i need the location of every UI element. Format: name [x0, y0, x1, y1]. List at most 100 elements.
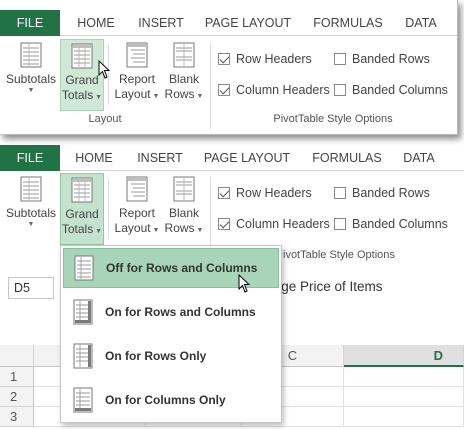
banded-rows-checkbox[interactable]: Banded Rows: [334, 186, 430, 200]
tab-page-layout[interactable]: PAGE LAYOUT: [197, 145, 297, 171]
menu-item-label: On for Rows and Columns: [105, 305, 256, 319]
tab-file[interactable]: FILE: [0, 10, 60, 36]
menu-item-on-rows-only[interactable]: On for Rows Only: [63, 336, 279, 376]
banded-rows-label: Banded Rows: [352, 52, 430, 66]
grand-totals-label-1: Grand: [65, 207, 99, 221]
checkbox-icon: [334, 218, 346, 230]
tab-data[interactable]: DATA: [398, 10, 444, 36]
tab-insert[interactable]: INSERT: [130, 10, 192, 36]
banded-rows-checkbox[interactable]: Banded Rows: [334, 52, 430, 66]
menu-item-on-rows-columns[interactable]: On for Rows and Columns: [63, 292, 279, 332]
cell[interactable]: [344, 387, 464, 407]
grand-totals-columns-icon: [73, 387, 93, 413]
tab-data[interactable]: DATA: [396, 145, 442, 171]
banded-rows-label: Banded Rows: [352, 186, 430, 200]
banded-columns-label: Banded Columns: [352, 217, 448, 231]
column-headers-checkbox[interactable]: Column Headers: [218, 217, 330, 231]
grand-totals-off-icon: [74, 255, 94, 281]
ribbon-panel-bottom: FILE HOME INSERT PAGE LAYOUT FORMULAS DA…: [0, 145, 464, 429]
row-headers-checkbox[interactable]: Row Headers: [218, 52, 312, 66]
banded-columns-label: Banded Columns: [352, 83, 448, 97]
blank-rows-label-1: Blank: [168, 72, 200, 86]
checkbox-icon: [334, 53, 346, 65]
checkbox-icon: [334, 187, 346, 199]
menu-item-on-columns-only[interactable]: On for Columns Only: [63, 380, 279, 420]
report-layout-label-2: Layout: [114, 87, 151, 101]
chevron-down-icon: ▼: [27, 221, 35, 228]
ribbon-tab-bar: FILE HOME INSERT PAGE LAYOUT FORMULAS DA…: [0, 10, 457, 36]
blank-rows-label-1: Blank: [168, 206, 200, 220]
tab-file[interactable]: FILE: [0, 145, 60, 171]
tab-formulas[interactable]: FORMULAS: [305, 145, 389, 171]
banded-columns-checkbox[interactable]: Banded Columns: [334, 217, 448, 231]
ribbon-panel-top: FILE HOME INSERT PAGE LAYOUT FORMULAS DA…: [0, 0, 458, 135]
report-layout-button[interactable]: Report Layout ▼: [112, 42, 162, 108]
blank-rows-icon: [173, 176, 195, 202]
blank-rows-button[interactable]: Blank Rows ▼: [164, 176, 204, 242]
name-box[interactable]: D5: [8, 277, 54, 299]
grand-totals-menu: Off for Rows and Columns On for Rows and…: [60, 245, 282, 423]
tab-page-layout[interactable]: PAGE LAYOUT: [198, 10, 298, 36]
column-header-d-label: D: [433, 348, 443, 363]
subtotals-icon: [20, 176, 42, 202]
layout-group-label: Layout: [88, 113, 122, 125]
grand-totals-label-2: Totals: [61, 222, 94, 236]
style-options-group-label: ivotTable Style Options: [283, 249, 395, 261]
menu-item-label: On for Rows Only: [105, 349, 207, 363]
report-layout-icon: [126, 42, 148, 68]
cell[interactable]: [344, 407, 464, 427]
blank-rows-button[interactable]: Blank Rows ▼: [164, 42, 204, 108]
grand-totals-icon: [71, 177, 93, 203]
checkbox-icon: [218, 218, 230, 230]
cell[interactable]: [344, 367, 464, 387]
subtotals-label: Subtotals: [5, 206, 57, 220]
report-layout-label-2: Layout: [114, 221, 151, 235]
banded-columns-checkbox[interactable]: Banded Columns: [334, 83, 448, 97]
mouse-pointer-icon: [238, 274, 251, 293]
tab-formulas[interactable]: FORMULAS: [306, 10, 390, 36]
column-headers-checkbox[interactable]: Column Headers: [218, 83, 330, 97]
row-headers-label: Row Headers: [236, 186, 312, 200]
checkbox-icon: [218, 53, 230, 65]
subtotals-button[interactable]: Subtotals ▼: [4, 42, 58, 108]
blank-rows-label-2: Rows: [164, 87, 195, 101]
report-layout-label-1: Report: [118, 72, 156, 86]
ribbon-tab-bar: FILE HOME INSERT PAGE LAYOUT FORMULAS DA…: [0, 145, 464, 171]
row-header-3[interactable]: 3: [0, 407, 34, 427]
grand-totals-label-2: Totals: [61, 88, 94, 102]
checkbox-icon: [218, 84, 230, 96]
grand-totals-on-icon: [73, 299, 93, 325]
select-all-corner[interactable]: [0, 345, 34, 367]
grand-totals-label-1: Grand: [65, 73, 99, 87]
row-header-1[interactable]: 1: [0, 367, 34, 387]
row-headers-label: Row Headers: [236, 52, 312, 66]
blank-rows-icon: [173, 42, 195, 68]
separator: [108, 179, 109, 239]
blank-rows-label-2: Rows: [164, 221, 195, 235]
subtotals-button[interactable]: Subtotals ▼: [4, 176, 58, 242]
menu-item-label: Off for Rows and Columns: [106, 261, 258, 275]
checkbox-icon: [334, 84, 346, 96]
style-options-group-label: PivotTable Style Options: [273, 113, 393, 125]
row-header-2[interactable]: 2: [0, 387, 34, 407]
menu-item-label: On for Columns Only: [105, 393, 226, 407]
subtotals-label: Subtotals: [5, 72, 57, 86]
tab-home[interactable]: HOME: [68, 10, 124, 36]
subtotals-icon: [20, 42, 42, 68]
grand-totals-button[interactable]: Grand Totals ▼: [60, 173, 104, 245]
report-layout-button[interactable]: Report Layout ▼: [112, 176, 162, 242]
grand-totals-icon: [71, 43, 93, 69]
grand-totals-rows-icon: [73, 343, 93, 369]
row-headers-checkbox[interactable]: Row Headers: [218, 186, 312, 200]
column-headers-label: Column Headers: [236, 83, 330, 97]
tab-insert[interactable]: INSERT: [129, 145, 191, 171]
tab-home[interactable]: HOME: [66, 145, 122, 171]
chevron-down-icon: ▼: [27, 87, 35, 94]
report-layout-label-1: Report: [118, 206, 156, 220]
mouse-pointer-icon: [98, 60, 111, 79]
report-layout-icon: [126, 176, 148, 202]
group-separator: [210, 43, 211, 129]
column-header-d[interactable]: D: [344, 345, 464, 367]
column-headers-label: Column Headers: [236, 217, 330, 231]
ribbon-body: Subtotals ▼ Grand Totals ▼ Report Layout…: [0, 37, 457, 133]
